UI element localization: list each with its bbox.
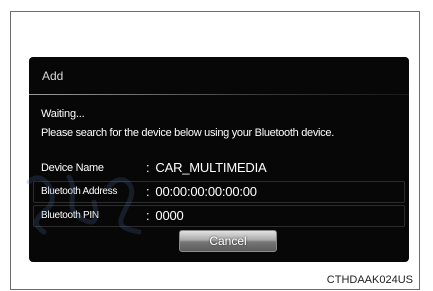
- device-name-row: Device Name CAR_MULTIMEDIA: [29, 157, 409, 179]
- dialog-title: Add: [42, 69, 64, 83]
- status-text: Waiting...: [41, 108, 85, 120]
- bluetooth-address-label: Bluetooth Address: [41, 186, 118, 197]
- head-unit-screen: Add Waiting... Please search for the dev…: [29, 57, 409, 262]
- bluetooth-pin-label: Bluetooth PIN: [41, 210, 99, 221]
- bluetooth-pin-value: 0000: [146, 208, 183, 223]
- bluetooth-address-row: Bluetooth Address 00:00:00:00:00:00: [29, 181, 409, 203]
- title-divider: [29, 94, 409, 95]
- figure-frame: Add Waiting... Please search for the dev…: [10, 11, 420, 290]
- instruction-text: Please search for the device below using…: [41, 127, 334, 139]
- device-name-value: CAR_MULTIMEDIA: [146, 160, 266, 175]
- device-name-label: Device Name: [41, 162, 104, 174]
- figure-code: CTHDAAK024US: [326, 274, 413, 286]
- bluetooth-pin-row: Bluetooth PIN 0000: [29, 205, 409, 227]
- cancel-button[interactable]: Cancel: [179, 230, 277, 252]
- bluetooth-address-value: 00:00:00:00:00:00: [146, 184, 257, 199]
